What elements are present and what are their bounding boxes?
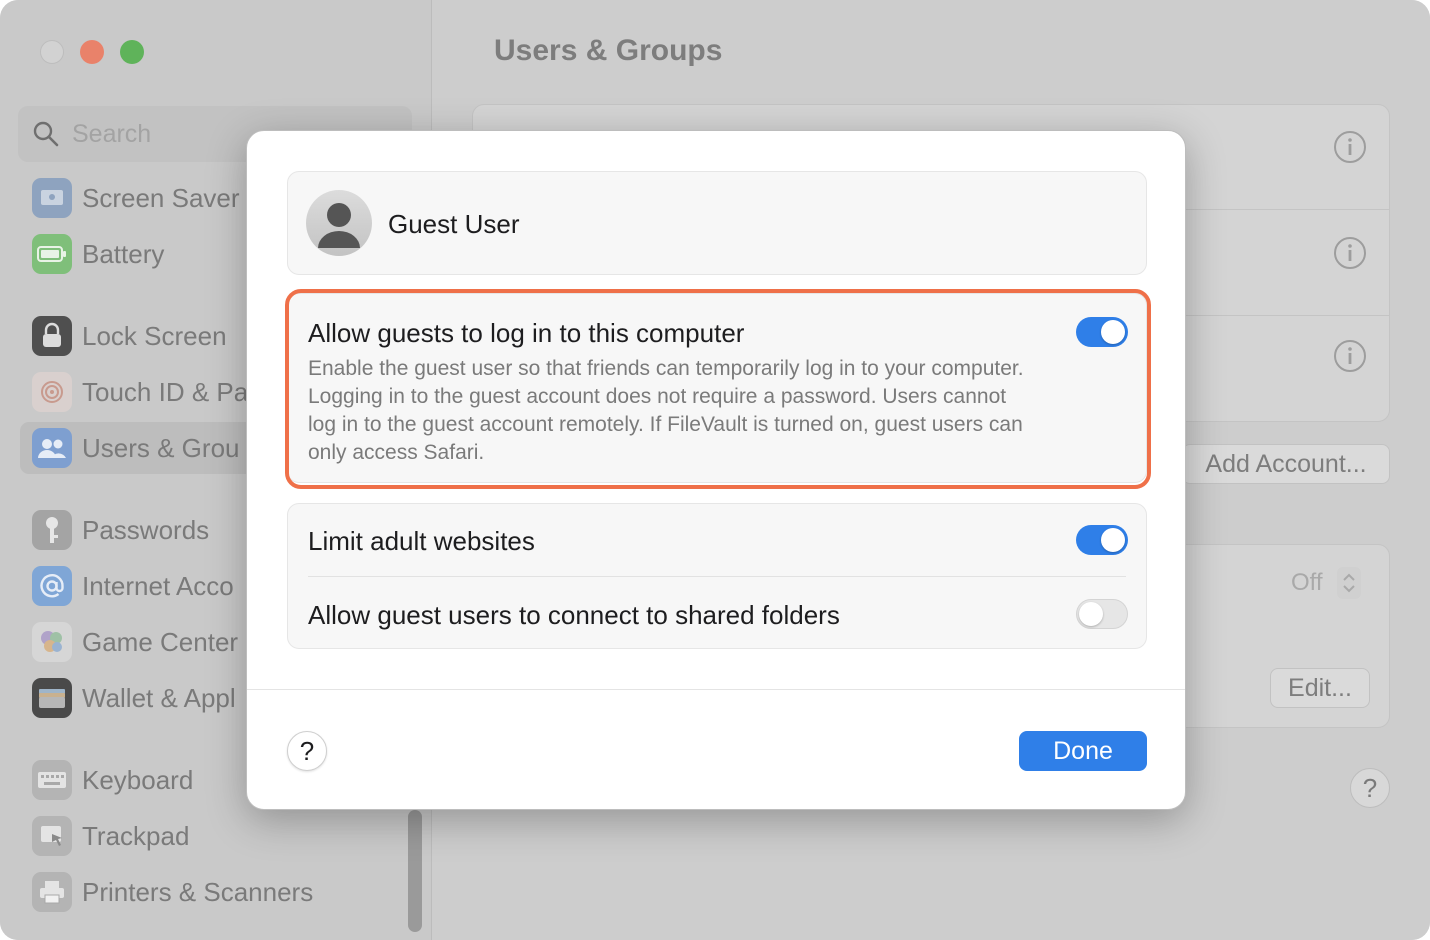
sidebar-item-printers[interactable]: Printers & Scanners — [20, 866, 420, 918]
info-icon[interactable] — [1333, 130, 1367, 164]
info-icon[interactable] — [1333, 339, 1367, 373]
allow-guests-card: Allow guests to log in to this computer … — [287, 293, 1147, 483]
allow-guests-description: Enable the guest user so that friends ca… — [308, 357, 1024, 464]
sidebar-item-label: Printers & Scanners — [82, 877, 314, 907]
sidebar-item-label: Internet Acco — [82, 571, 234, 601]
sidebar-item-label: Users & Grou — [82, 433, 240, 463]
sidebar-item-label: Passwords — [82, 515, 210, 545]
guest-avatar — [306, 190, 372, 256]
help-button-background[interactable]: ? — [1350, 768, 1390, 808]
off-value: Off — [1291, 569, 1323, 596]
key-icon — [32, 510, 72, 550]
sidebar-item-label: Game Center — [82, 627, 239, 657]
search-placeholder: Search — [72, 120, 152, 148]
person-icon — [318, 203, 360, 248]
page-title: Users & Groups — [494, 34, 723, 67]
wallet-icon — [32, 678, 72, 718]
battery-icon — [32, 234, 72, 274]
limit-adult-websites-label: Limit adult websites — [308, 526, 535, 556]
minimize-window-button[interactable] — [80, 40, 104, 64]
trackpad-icon — [32, 816, 72, 856]
system-settings-window: Search Screen Saver Battery Lock Screen … — [0, 0, 1430, 940]
guest-user-card: Guest User — [287, 171, 1147, 275]
chevron-up-down-icon[interactable] — [1337, 567, 1361, 599]
sidebar-item-label: Touch ID & Pa — [82, 377, 249, 407]
shared-folders-label: Allow guest users to connect to shared f… — [308, 600, 840, 630]
zoom-window-button[interactable] — [120, 40, 144, 64]
info-icon[interactable] — [1333, 236, 1367, 270]
footer-divider — [247, 689, 1185, 690]
fingerprint-icon — [32, 372, 72, 412]
shared-folders-toggle[interactable] — [1076, 599, 1128, 629]
printer-icon — [32, 872, 72, 912]
sidebar-item-trackpad[interactable]: Trackpad — [20, 810, 420, 862]
divider — [308, 576, 1126, 577]
add-account-button[interactable]: Add Account... — [1182, 444, 1390, 484]
sidebar-item-label: Trackpad — [82, 821, 190, 851]
sidebar-item-label: Lock Screen — [82, 321, 227, 351]
screen-saver-icon — [32, 178, 72, 218]
game-center-icon — [32, 622, 72, 662]
keyboard-icon — [32, 760, 72, 800]
guest-user-name: Guest User — [388, 209, 520, 239]
guest-options-card: Limit adult websites Allow guest users t… — [287, 503, 1147, 649]
limit-adult-websites-toggle[interactable] — [1076, 525, 1128, 555]
guest-user-sheet: Guest User Allow guests to log in to thi… — [246, 130, 1186, 810]
help-button[interactable]: ? — [287, 731, 327, 771]
sidebar-scrollbar[interactable] — [408, 810, 422, 932]
close-window-button[interactable] — [40, 40, 64, 64]
sidebar-item-label: Battery — [82, 239, 165, 269]
allow-guests-toggle[interactable] — [1076, 317, 1128, 347]
allow-guests-title: Allow guests to log in to this computer — [308, 318, 745, 348]
lock-screen-icon — [32, 316, 72, 356]
sidebar-item-label: Screen Saver — [82, 183, 240, 213]
sidebar-item-label: Wallet & Appl — [82, 683, 236, 713]
users-icon — [32, 428, 72, 468]
done-button[interactable]: Done — [1019, 731, 1147, 771]
at-sign-icon — [32, 566, 72, 606]
sidebar-item-label: Keyboard — [82, 765, 194, 795]
edit-button[interactable]: Edit... — [1270, 668, 1370, 708]
search-icon — [33, 121, 59, 147]
